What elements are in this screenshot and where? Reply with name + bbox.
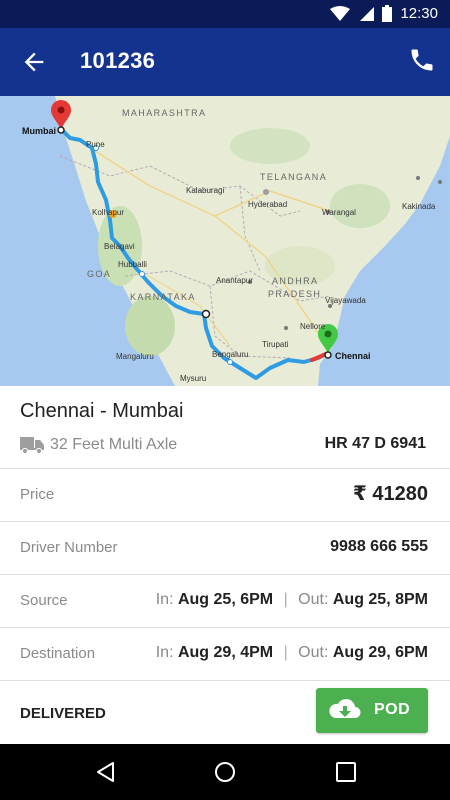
map-region-label: ANDHRA	[272, 276, 319, 286]
map-city-label: Bengaluru	[212, 350, 249, 359]
source-times: In: Aug 25, 6PM | Out: Aug 25, 8PM	[156, 591, 428, 609]
map-city-label: Belagavi	[104, 242, 135, 251]
map-city-label: Mangaluru	[116, 352, 154, 361]
map-city-label: Hyderabad	[248, 200, 288, 209]
map-city-label: Vijayawada	[325, 296, 366, 305]
nav-home-icon	[215, 762, 235, 782]
nav-back-icon	[97, 762, 114, 782]
map-region-label: GOA	[87, 269, 112, 279]
back-arrow-icon	[24, 52, 44, 72]
map-city-label: Mysuru	[180, 374, 207, 383]
nav-home-button[interactable]	[213, 760, 237, 784]
page-title: 101236	[80, 48, 156, 73]
map-city-label: Warangal	[322, 208, 356, 217]
vehicle-row: 32 Feet Multi Axle HR 47 D 6941	[20, 434, 430, 458]
battery-icon	[382, 5, 393, 22]
dest-out-key: Out:	[298, 644, 329, 661]
route-name: Chennai - Mumbai	[20, 400, 184, 422]
phone-icon	[411, 49, 433, 71]
vehicle-type: 32 Feet Multi Axle	[50, 436, 178, 453]
dest-out-value: Aug 29, 6PM	[332, 644, 428, 661]
truck-icon	[20, 437, 44, 454]
map-city-label: Kalaburagi	[186, 186, 225, 195]
source-row: Source In: Aug 25, 6PM | Out: Aug 25, 8P…	[0, 574, 450, 627]
map-destination-label: Chennai	[335, 351, 371, 361]
nav-recents-button[interactable]	[334, 760, 358, 784]
source-out-key: Out:	[298, 591, 329, 608]
trip-status: DELIVERED	[20, 705, 106, 722]
price-row: Price ₹ 41280	[0, 468, 450, 521]
system-nav-bar	[0, 744, 450, 800]
destination-row: Destination In: Aug 29, 4PM | Out: Aug 2…	[0, 627, 450, 680]
dest-separator: |	[283, 644, 288, 661]
source-separator: |	[283, 591, 288, 608]
dest-in-key: In:	[155, 644, 174, 661]
nav-recents-icon	[336, 762, 356, 782]
source-in-key: In:	[155, 591, 174, 608]
call-button[interactable]	[408, 46, 436, 74]
map-city-label: Kakinada	[402, 202, 436, 211]
map-city-label: Anantapur	[216, 276, 253, 285]
map-origin-label: Mumbai	[22, 126, 57, 136]
price-value: ₹ 41280	[352, 483, 428, 505]
driver-label: Driver Number	[20, 539, 118, 556]
wifi-icon	[330, 5, 351, 21]
status-bar: 12:30	[0, 0, 450, 28]
map-city-label: Kolhapur	[92, 208, 125, 217]
map-region-label: PRADESH	[268, 289, 322, 299]
back-button[interactable]	[20, 48, 48, 76]
driver-number[interactable]: 9988 666 555	[330, 538, 428, 556]
source-out-value: Aug 25, 8PM	[332, 591, 428, 608]
signal-icon	[360, 6, 375, 21]
map-region-label: MAHARASHTRA	[122, 108, 207, 118]
map-city-label: Hubballi	[118, 260, 147, 269]
source-label: Source	[20, 592, 68, 609]
pod-label: POD	[374, 701, 411, 718]
map-city-label: Tirupati	[262, 340, 289, 349]
dest-in-value: Aug 29, 4PM	[177, 644, 274, 661]
source-in-value: Aug 25, 6PM	[177, 591, 274, 608]
vehicle-number: HR 47 D 6941	[324, 435, 426, 452]
price-label: Price	[20, 486, 55, 503]
map-region-label: KARNATAKA	[130, 292, 196, 302]
pod-button[interactable]: POD	[316, 688, 428, 733]
app-bar: 101236	[0, 28, 450, 96]
route-map[interactable]: Mumbai Chennai MAHARASHTRA TELANGANA GOA…	[0, 96, 450, 386]
map-canvas	[0, 96, 450, 386]
driver-row: Driver Number 9988 666 555	[0, 521, 450, 574]
nav-back-button[interactable]	[94, 760, 118, 784]
status-time: 12:30	[400, 5, 438, 22]
map-city-label: Pune	[86, 140, 105, 149]
cloud-download-icon	[329, 699, 361, 718]
map-region-label: TELANGANA	[260, 172, 328, 182]
destination-times: In: Aug 29, 4PM | Out: Aug 29, 6PM	[156, 644, 428, 662]
map-city-label: Nellore	[300, 322, 326, 331]
destination-label: Destination	[20, 645, 96, 662]
